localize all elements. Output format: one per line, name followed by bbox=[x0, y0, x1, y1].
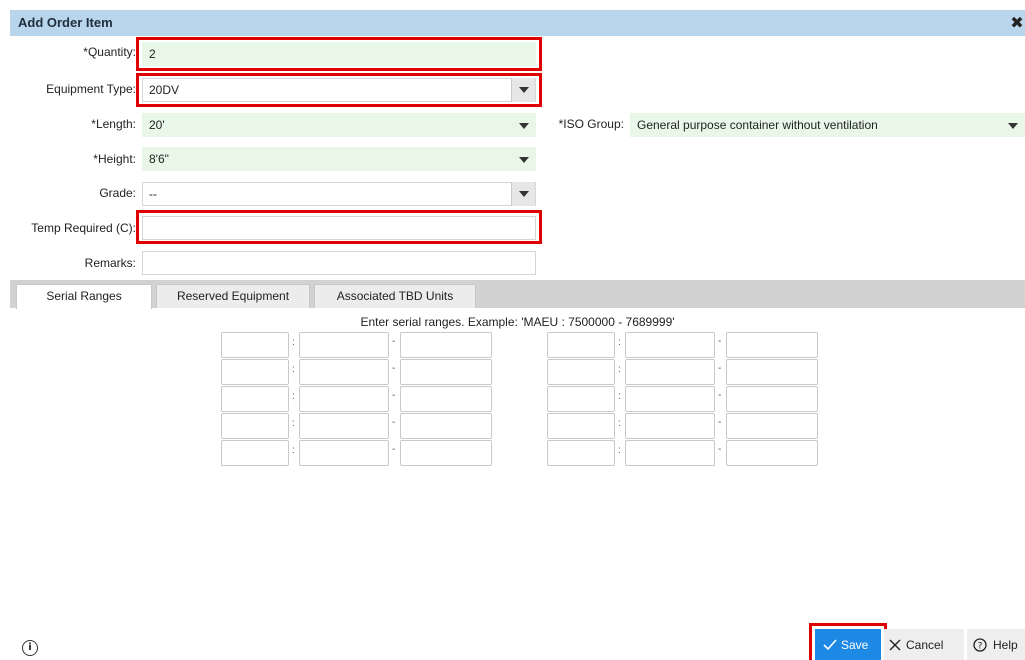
iso-group-label: *ISO Group: bbox=[558, 117, 624, 131]
serial-end-input[interactable] bbox=[726, 332, 818, 358]
serial-prefix-input[interactable] bbox=[221, 413, 289, 439]
serial-end-input[interactable] bbox=[400, 359, 492, 385]
serial-end-input[interactable] bbox=[400, 386, 492, 412]
remarks-input[interactable] bbox=[142, 251, 536, 275]
cancel-button-label: Cancel bbox=[906, 638, 944, 652]
length-label: *Length: bbox=[91, 117, 136, 131]
serial-start-input[interactable] bbox=[625, 332, 715, 358]
height-value: 8'6" bbox=[149, 152, 169, 166]
serial-colon-separator: : bbox=[618, 337, 621, 348]
temp-required-label: Temp Required (C): bbox=[31, 221, 136, 235]
quantity-highlight bbox=[136, 37, 542, 71]
serial-start-input[interactable] bbox=[299, 440, 389, 466]
remarks-label: Remarks: bbox=[84, 256, 136, 270]
tab-strip: Serial Ranges Reserved Equipment Associa… bbox=[10, 280, 1025, 309]
serial-colon-separator: : bbox=[292, 418, 295, 429]
equipment-type-highlight bbox=[136, 73, 542, 107]
grade-value: -- bbox=[149, 187, 157, 201]
serial-prefix-input[interactable] bbox=[547, 440, 615, 466]
save-button-highlight bbox=[809, 623, 887, 660]
serial-colon-separator: : bbox=[292, 391, 295, 402]
serial-prefix-input[interactable] bbox=[547, 359, 615, 385]
close-icon[interactable]: ✖ bbox=[1009, 13, 1025, 33]
serial-end-input[interactable] bbox=[726, 386, 818, 412]
serial-dash-separator: - bbox=[718, 417, 722, 428]
serial-start-input[interactable] bbox=[625, 359, 715, 385]
serial-colon-separator: : bbox=[292, 337, 295, 348]
serial-dash-separator: - bbox=[392, 363, 396, 374]
quantity-label: *Quantity: bbox=[83, 45, 136, 59]
svg-text:?: ? bbox=[978, 642, 983, 652]
equipment-type-label: Equipment Type: bbox=[46, 82, 136, 96]
serial-prefix-input[interactable] bbox=[547, 332, 615, 358]
chevron-down-icon bbox=[519, 123, 529, 129]
serial-colon-separator: : bbox=[618, 445, 621, 456]
serial-dash-separator: - bbox=[392, 390, 396, 401]
serial-prefix-input[interactable] bbox=[221, 386, 289, 412]
add-order-item-dialog: Add Order Item ✖ *Quantity: 2 Equipment … bbox=[10, 10, 1025, 660]
grade-label: Grade: bbox=[99, 186, 136, 200]
serial-start-input[interactable] bbox=[625, 413, 715, 439]
question-circle-icon: ? bbox=[973, 638, 987, 652]
chevron-down-icon bbox=[1008, 123, 1018, 129]
serial-colon-separator: : bbox=[292, 445, 295, 456]
serial-start-input[interactable] bbox=[299, 359, 389, 385]
length-select[interactable]: 20' bbox=[142, 113, 536, 137]
serial-start-input[interactable] bbox=[625, 386, 715, 412]
serial-start-input[interactable] bbox=[625, 440, 715, 466]
serial-dash-separator: - bbox=[718, 444, 722, 455]
chevron-down-icon bbox=[519, 191, 529, 197]
info-icon[interactable]: i bbox=[22, 640, 38, 656]
serial-prefix-input[interactable] bbox=[547, 413, 615, 439]
serial-colon-separator: : bbox=[618, 364, 621, 375]
serial-colon-separator: : bbox=[292, 364, 295, 375]
serial-end-input[interactable] bbox=[400, 413, 492, 439]
iso-group-select[interactable]: General purpose container without ventil… bbox=[630, 113, 1025, 137]
serial-dash-separator: - bbox=[392, 336, 396, 347]
serial-dash-separator: - bbox=[392, 444, 396, 455]
cancel-button[interactable]: Cancel bbox=[884, 629, 964, 660]
serial-end-input[interactable] bbox=[726, 359, 818, 385]
chevron-down-icon bbox=[519, 157, 529, 163]
dialog-titlebar: Add Order Item ✖ bbox=[10, 10, 1025, 36]
length-value: 20' bbox=[149, 118, 165, 132]
serial-end-input[interactable] bbox=[400, 332, 492, 358]
serial-end-input[interactable] bbox=[400, 440, 492, 466]
serial-dash-separator: - bbox=[718, 390, 722, 401]
serial-end-input[interactable] bbox=[726, 413, 818, 439]
serial-start-input[interactable] bbox=[299, 413, 389, 439]
close-x-icon bbox=[889, 639, 901, 651]
serial-colon-separator: : bbox=[618, 391, 621, 402]
serial-end-input[interactable] bbox=[726, 440, 818, 466]
serial-start-input[interactable] bbox=[299, 332, 389, 358]
serial-dash-separator: - bbox=[392, 417, 396, 428]
serial-prefix-input[interactable] bbox=[221, 440, 289, 466]
help-button[interactable]: ? Help bbox=[967, 629, 1025, 660]
tab-serial-ranges[interactable]: Serial Ranges bbox=[16, 284, 152, 309]
serial-dash-separator: - bbox=[718, 363, 722, 374]
tab-reserved-equipment[interactable]: Reserved Equipment bbox=[156, 284, 310, 308]
height-select[interactable]: 8'6" bbox=[142, 147, 536, 171]
grade-select[interactable]: -- bbox=[142, 182, 536, 206]
serial-dash-separator: - bbox=[718, 336, 722, 347]
grade-dropdown-button[interactable] bbox=[511, 182, 535, 206]
temp-required-highlight bbox=[136, 210, 542, 244]
serial-ranges-help-text: Enter serial ranges. Example: 'MAEU : 75… bbox=[360, 315, 675, 329]
serial-prefix-input[interactable] bbox=[221, 332, 289, 358]
serial-start-input[interactable] bbox=[299, 386, 389, 412]
serial-prefix-input[interactable] bbox=[221, 359, 289, 385]
serial-colon-separator: : bbox=[618, 418, 621, 429]
tab-associated-tbd-units[interactable]: Associated TBD Units bbox=[314, 284, 476, 308]
serial-prefix-input[interactable] bbox=[547, 386, 615, 412]
help-button-label: Help bbox=[993, 638, 1018, 652]
iso-group-value: General purpose container without ventil… bbox=[637, 118, 878, 132]
height-label: *Height: bbox=[93, 152, 136, 166]
dialog-title: Add Order Item bbox=[18, 15, 113, 30]
